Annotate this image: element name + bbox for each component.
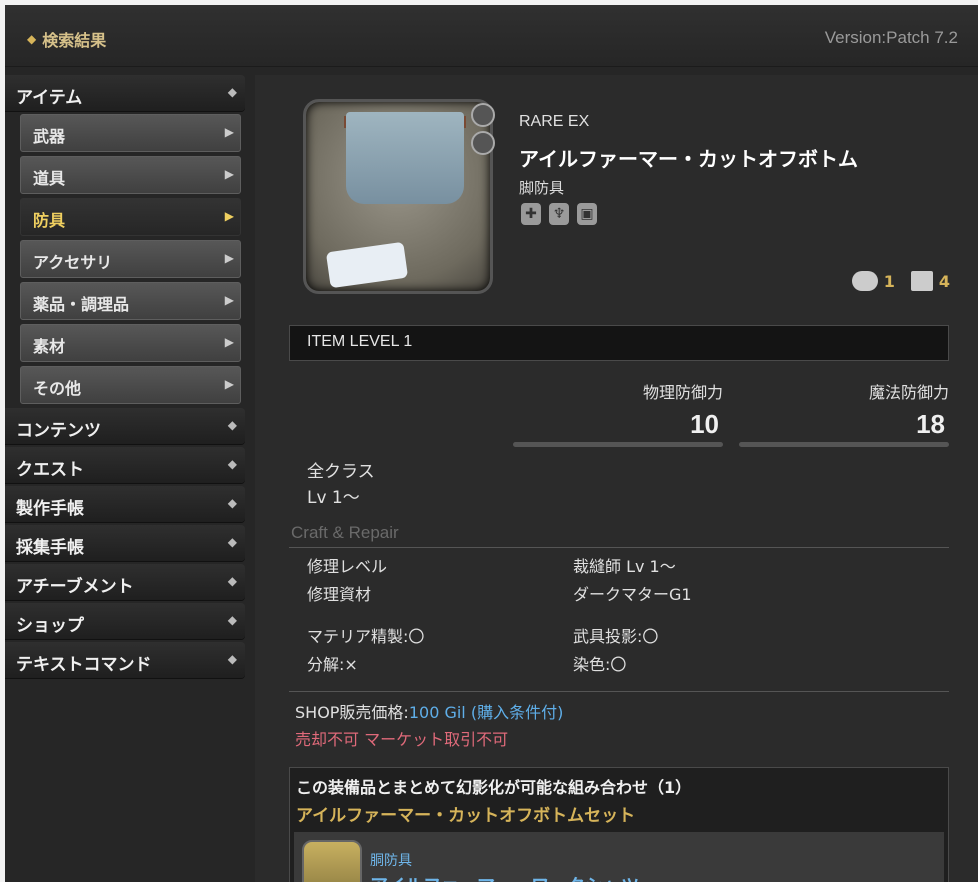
physical-defense: 物理防御力 10 bbox=[513, 379, 723, 447]
sidebar: アイテム ◆ 武器 ▶ 道具 ▶ 防具 ▶ アクセサリ ▶ 薬品・調理品 ▶ 素材 ▶ その他… bbox=[5, 75, 245, 681]
version-label: Version:Patch 7.2 bbox=[824, 28, 958, 47]
sidebar-sub-armor[interactable]: 防具 ▶ bbox=[20, 198, 241, 236]
item-name: アイルファーマー・カットオフボトム bbox=[519, 147, 858, 171]
item-detail-panel: RARE EX アイルファーマー・カットオフボトム 脚防具 ✚ ♆ ▣ 1 4 … bbox=[255, 75, 978, 882]
chevron-down-icon: ◆ bbox=[227, 574, 237, 588]
sidebar-item-achievements[interactable]: アチーブメント ◆ bbox=[5, 564, 245, 600]
chevron-right-icon: ▶ bbox=[224, 251, 234, 265]
item-category: 脚防具 bbox=[519, 179, 565, 197]
sidebar-sub-materials[interactable]: 素材 ▶ bbox=[20, 324, 241, 362]
divider bbox=[289, 691, 949, 692]
sidebar-sub-tools[interactable]: 道具 ▶ bbox=[20, 156, 241, 194]
title-text: 検索結果 bbox=[42, 31, 107, 50]
chevron-down-icon: ◆ bbox=[227, 652, 237, 666]
diamond-icon: ◆ bbox=[27, 32, 37, 46]
chevron-down-icon: ◆ bbox=[227, 496, 237, 510]
circle-icon bbox=[471, 131, 495, 155]
glamour-set-box: この装備品とまとめて幻影化が可能な組み合わせ（1） アイルファーマー・カットオフ… bbox=[289, 767, 949, 882]
chevron-right-icon: ▶ bbox=[224, 293, 234, 307]
chevron-right-icon: ▶ bbox=[224, 335, 234, 349]
set-item-link[interactable]: アイルファーマー・ワークシャツ bbox=[370, 872, 639, 882]
cross-icon: ✚ bbox=[521, 203, 541, 225]
page-title: ◆ 検索結果 bbox=[27, 27, 106, 51]
chevron-right-icon: ▶ bbox=[224, 209, 234, 223]
shop-price-link[interactable]: 100 Gil (購入条件付) bbox=[409, 703, 564, 722]
dye-icon: ♆ bbox=[549, 203, 569, 225]
circle-icon bbox=[471, 103, 495, 127]
comment-count[interactable]: 1 bbox=[851, 271, 895, 291]
sidebar-item-shops[interactable]: ショップ ◆ bbox=[5, 603, 245, 639]
item-level-bar: ITEM LEVEL 1 bbox=[289, 325, 949, 361]
header-bar: ◆ 検索結果 Version:Patch 7.2 bbox=[5, 5, 978, 67]
craft-repair-heading: Craft & Repair bbox=[291, 523, 399, 542]
trade-restrictions: 売却不可 マーケット取引不可 bbox=[295, 730, 509, 749]
app-frame: ◆ 検索結果 Version:Patch 7.2 アイテム ◆ 武器 ▶ 道具 ▶ 防具… bbox=[5, 5, 978, 882]
sidebar-item-contents[interactable]: コンテンツ ◆ bbox=[5, 408, 245, 444]
set-item-thumbnail bbox=[302, 840, 362, 882]
sidebar-item-crafting-log[interactable]: 製作手帳 ◆ bbox=[5, 486, 245, 522]
sidebar-sub-medicine[interactable]: 薬品・調理品 ▶ bbox=[20, 282, 241, 320]
sidebar-item-gathering-log[interactable]: 採集手帳 ◆ bbox=[5, 525, 245, 561]
divider bbox=[289, 547, 949, 548]
class-requirement: 全クラス Lv 1〜 bbox=[307, 462, 375, 508]
magic-defense: 魔法防御力 18 bbox=[739, 379, 949, 447]
shop-price: SHOP販売価格:100 Gil (購入条件付) bbox=[295, 703, 564, 722]
chevron-down-icon: ◆ bbox=[227, 418, 237, 432]
chevron-down-icon: ◆ bbox=[227, 457, 237, 471]
item-image bbox=[303, 99, 493, 294]
item-flags: ✚ ♆ ▣ bbox=[521, 203, 597, 225]
chevron-right-icon: ▶ bbox=[224, 167, 234, 181]
sidebar-sub-weapons[interactable]: 武器 ▶ bbox=[20, 114, 241, 152]
chevron-down-icon: ◆ bbox=[227, 535, 237, 549]
sidebar-sub-other[interactable]: その他 ▶ bbox=[20, 366, 241, 404]
sidebar-item-text-commands[interactable]: テキストコマンド ◆ bbox=[5, 642, 245, 678]
item-rarity: RARE EX bbox=[519, 113, 590, 130]
chevron-right-icon: ▶ bbox=[224, 125, 234, 139]
chevron-up-icon: ◆ bbox=[227, 85, 237, 99]
speech-bubble-icon bbox=[851, 271, 878, 291]
sidebar-item-items[interactable]: アイテム ◆ bbox=[5, 75, 245, 111]
set-item[interactable]: 胴防具 アイルファーマー・ワークシャツ bbox=[294, 832, 944, 882]
item-social: 1 4 bbox=[851, 271, 950, 291]
share-count[interactable]: 4 bbox=[910, 271, 950, 291]
screenshot-icon bbox=[910, 271, 933, 291]
chevron-right-icon: ▶ bbox=[224, 377, 234, 391]
sidebar-item-quests[interactable]: クエスト ◆ bbox=[5, 447, 245, 483]
chevron-down-icon: ◆ bbox=[227, 613, 237, 627]
chest-icon: ▣ bbox=[577, 203, 597, 225]
sidebar-sub-accessories[interactable]: アクセサリ ▶ bbox=[20, 240, 241, 278]
